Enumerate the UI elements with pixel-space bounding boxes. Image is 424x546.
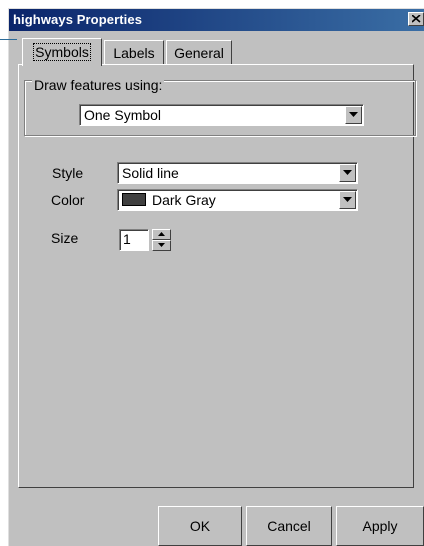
chevron-down-icon xyxy=(343,197,352,202)
chevron-down-icon xyxy=(343,170,352,175)
style-dropdown-button[interactable] xyxy=(339,164,356,182)
cancel-button[interactable]: Cancel xyxy=(246,506,332,546)
draw-features-label: Draw features using: xyxy=(32,77,165,93)
style-label: Style xyxy=(52,165,84,181)
tab-symbols[interactable]: Symbols xyxy=(22,38,102,66)
ok-button[interactable]: OK xyxy=(158,506,242,546)
size-label: Size xyxy=(51,230,79,246)
size-spin-up[interactable] xyxy=(152,229,171,240)
draw-features-value: One Symbol xyxy=(84,107,162,123)
tab-general[interactable]: General xyxy=(166,40,232,64)
style-value: Solid line xyxy=(122,165,179,181)
color-dropdown-button[interactable] xyxy=(339,191,356,209)
apply-button[interactable]: Apply xyxy=(336,506,424,546)
tab-labels[interactable]: Labels xyxy=(104,40,164,64)
close-icon xyxy=(412,15,421,23)
size-spin-down[interactable] xyxy=(152,240,171,251)
chevron-down-icon xyxy=(158,243,165,247)
draw-features-dropdown-button[interactable] xyxy=(345,106,362,124)
color-select[interactable]: Dark Gray xyxy=(117,189,358,211)
tab-symbols-label: Symbols xyxy=(33,43,91,61)
chevron-up-icon xyxy=(158,232,165,236)
color-value-wrap: Dark Gray xyxy=(122,192,216,208)
connector-line xyxy=(0,39,17,40)
tab-labels-label: Labels xyxy=(113,44,155,61)
color-label: Color xyxy=(51,192,85,208)
chevron-down-icon xyxy=(349,112,358,117)
title-bar[interactable]: highways Properties xyxy=(9,9,424,31)
style-select[interactable]: Solid line xyxy=(117,162,358,184)
size-input[interactable]: 1 xyxy=(119,229,149,251)
close-button[interactable] xyxy=(408,12,424,26)
color-swatch xyxy=(122,193,146,206)
draw-features-select[interactable]: One Symbol xyxy=(79,104,364,126)
tab-general-label: General xyxy=(174,44,224,61)
window-title: highways Properties xyxy=(13,12,143,27)
color-value: Dark Gray xyxy=(152,192,216,208)
